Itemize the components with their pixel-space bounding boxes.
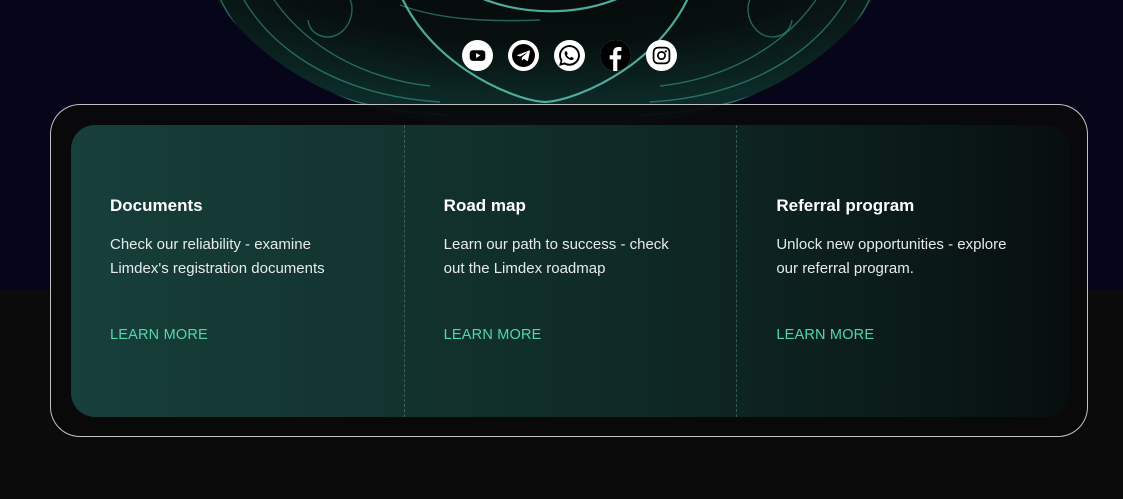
card-title: Referral program	[776, 196, 915, 215]
social-links	[462, 40, 677, 71]
youtube-icon	[469, 50, 486, 61]
learn-more-link[interactable]: LEARN MORE	[444, 325, 542, 345]
info-cards: Documents Check our reliability - examin…	[71, 125, 1069, 417]
card-title: Documents	[110, 196, 203, 215]
card-documents: Documents Check our reliability - examin…	[71, 125, 404, 417]
whatsapp-icon	[559, 45, 580, 66]
card-referral-program: Referral program Unlock new opportunitie…	[736, 125, 1069, 417]
facebook-icon	[600, 40, 631, 71]
instagram-link[interactable]	[646, 40, 677, 71]
whatsapp-link[interactable]	[554, 40, 585, 71]
telegram-link[interactable]	[508, 40, 539, 71]
card-description: Unlock new opportunities - explore our r…	[776, 236, 1007, 277]
learn-more-link[interactable]: LEARN MORE	[776, 325, 874, 345]
learn-more-link[interactable]: LEARN MORE	[110, 325, 208, 345]
telegram-icon	[512, 44, 535, 67]
card-description: Learn our path to success - check out th…	[443, 236, 669, 277]
card-description: Check our reliability - examine Limdex's…	[110, 236, 325, 277]
instagram-icon	[652, 46, 671, 65]
youtube-link[interactable]	[462, 40, 493, 71]
card-road-map: Road map Learn our path to success - che…	[403, 125, 737, 417]
facebook-link[interactable]	[600, 40, 631, 71]
card-title: Road map	[443, 196, 526, 215]
